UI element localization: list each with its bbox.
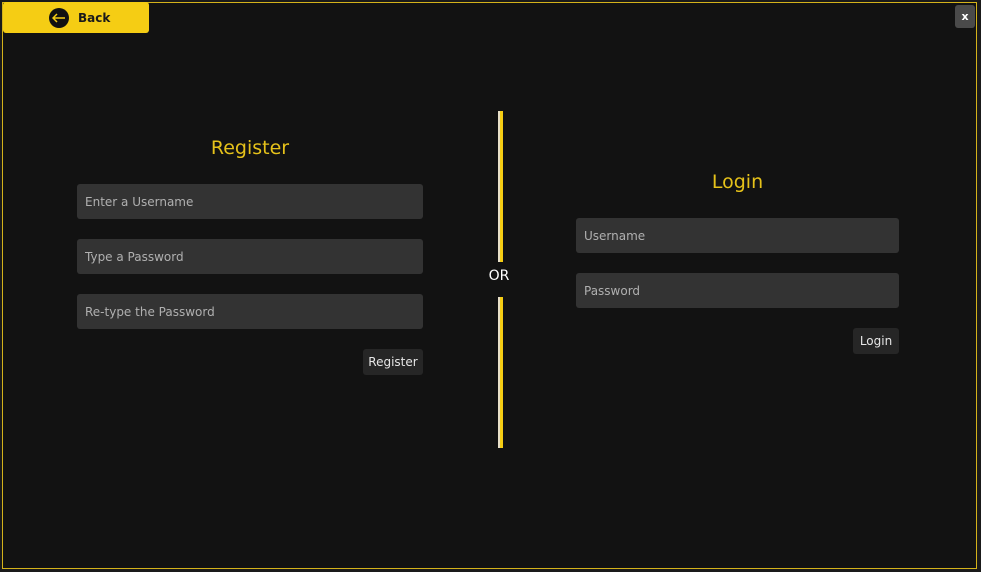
- register-retype-password-input[interactable]: [77, 294, 423, 329]
- back-button[interactable]: Back: [3, 2, 149, 33]
- login-password-input[interactable]: [576, 273, 899, 308]
- or-label: OR: [488, 268, 510, 284]
- register-title: Register: [210, 137, 290, 159]
- back-label: Back: [78, 10, 111, 25]
- login-title: Login: [711, 171, 764, 193]
- register-button[interactable]: Register: [363, 349, 423, 375]
- register-password-input[interactable]: [77, 239, 423, 274]
- login-username-input[interactable]: [576, 218, 899, 253]
- divider-bottom: [498, 297, 503, 448]
- login-button[interactable]: Login: [853, 328, 899, 354]
- register-username-input[interactable]: [77, 184, 423, 219]
- close-button[interactable]: x: [955, 5, 975, 28]
- divider-top: [498, 111, 503, 262]
- arrow-left-icon: [49, 7, 69, 28]
